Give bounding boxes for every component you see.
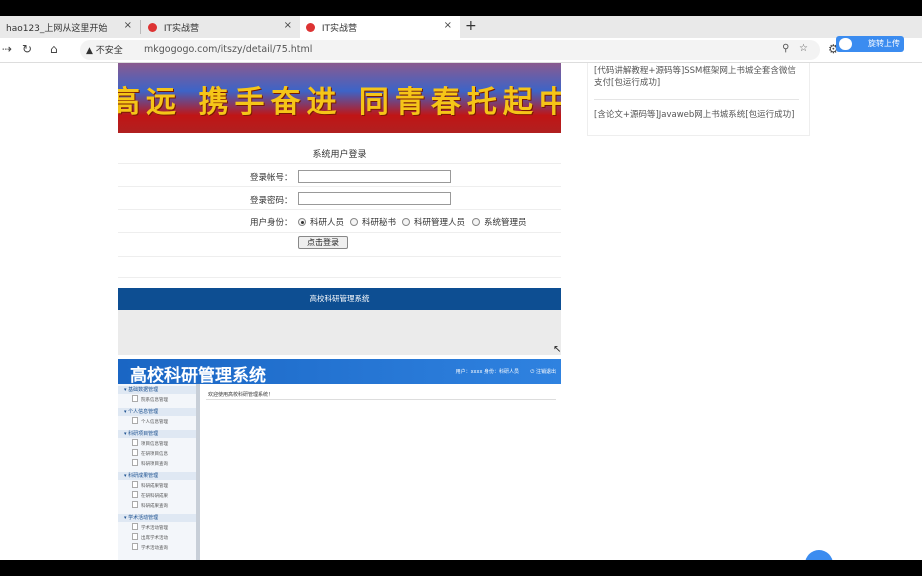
screen-top-letterbox [0, 0, 922, 16]
menu-group[interactable]: ▾ 科研项目管理 [118, 430, 196, 438]
menu-group-label: 学术活动管理 [128, 515, 159, 521]
url-field[interactable]: ▲ 不安全 mkgogogo.com/itszy/detail/75.html … [80, 40, 820, 60]
password-label: 登录密码： [250, 196, 293, 206]
menu-group[interactable]: ▾ 学术活动管理 [118, 514, 196, 522]
account-row: 登录帐号： [118, 163, 561, 186]
power-icon: ⏻ [530, 369, 535, 375]
password-row: 登录密码： [118, 186, 561, 209]
cloud-icon [839, 38, 852, 50]
role-radio-manager[interactable] [402, 218, 410, 226]
role-label: 用户身份： [250, 218, 293, 228]
upload-label: 旋转上传 [868, 39, 900, 48]
spacer-row [118, 256, 561, 277]
tab-itszy-1[interactable]: IT实战营 × [142, 16, 300, 38]
role-radio-researcher[interactable] [298, 218, 306, 226]
menu-group[interactable]: ▾ 科研成果管理 [118, 472, 196, 480]
refresh-icon[interactable]: ↻ [22, 42, 32, 56]
related-articles-panel: [代码讲解教程+源码等]SSM框架网上书城全套含微信支付[包运行成功] [含论文… [587, 63, 810, 136]
divider [594, 99, 799, 100]
menu-item[interactable]: 学术活动查询 [132, 543, 168, 553]
related-article-link[interactable]: [代码讲解教程+源码等]SSM框架网上书城全套含微信支付[包运行成功] [594, 65, 804, 89]
tab-hao123[interactable]: hao123_上网从这里开始 × [0, 16, 140, 38]
zoom-icon[interactable]: ⚲ [782, 43, 789, 54]
menu-group-label: 基础数据管理 [128, 387, 159, 393]
app-title: 高校科研管理系统 [130, 366, 266, 386]
menu-group-label: 科研成果管理 [128, 473, 159, 479]
tab-title: IT实战营 [163, 24, 200, 34]
tab-title: hao123_上网从这里开始 [6, 24, 108, 34]
menu-item[interactable]: 科研成果查询 [132, 501, 168, 511]
login-submit-button[interactable]: 点击登录 [298, 236, 348, 249]
menu-item[interactable]: 学术活动管理 [132, 523, 168, 533]
role-radio-secretary[interactable] [350, 218, 358, 226]
account-input[interactable] [298, 170, 451, 183]
login-footer-area [118, 310, 561, 355]
role-option-label: 科研管理人员 [414, 218, 466, 228]
app-logout-link[interactable]: ⏻ 注销退出 [530, 368, 556, 375]
role-option-label: 科研秘书 [362, 218, 397, 228]
tab-itszy-active[interactable]: IT实战营 × [300, 16, 460, 38]
new-tab-button[interactable]: + [465, 18, 477, 34]
account-label: 登录帐号： [250, 173, 293, 183]
spacer-row [118, 277, 561, 288]
menu-item[interactable]: 在研科研成果 [132, 491, 168, 501]
divider [206, 399, 556, 400]
menu-item[interactable]: 个人信息管理 [132, 417, 168, 427]
menu-item[interactable]: 科研成果管理 [132, 481, 168, 491]
web-page: 高远 携手奋进 同青春托起中 系统用户登录 登录帐号： 登录密码： 用户身份： … [0, 63, 922, 560]
site-favicon-icon [148, 23, 157, 32]
role-option-label: 科研人员 [310, 218, 345, 228]
role-option-label: 系统管理员 [484, 218, 527, 228]
menu-item[interactable]: 院系信息管理 [132, 395, 168, 405]
role-row: 用户身份： 科研人员 科研秘书 科研管理人员 系统管理员 [118, 209, 561, 232]
insecure-indicator[interactable]: ▲ 不安全 [86, 43, 123, 56]
logout-label: 注销退出 [535, 369, 556, 375]
screen-bottom-letterbox [0, 560, 922, 576]
tab-title: IT实战营 [321, 24, 358, 34]
app-preview-screenshot: 高校科研管理系统 用户：xxxx 身份：科研人员 ⏻ 注销退出 ▾ 基础数据管理… [118, 359, 561, 560]
menu-group-label: 个人信息管理 [128, 409, 159, 415]
insecure-label: 不安全 [95, 46, 123, 56]
menu-item[interactable]: 项目信息管理 [132, 439, 168, 449]
favorite-star-icon[interactable]: ☆ [799, 43, 808, 54]
mouse-cursor-icon: ↖ [553, 344, 562, 355]
close-icon[interactable]: × [284, 20, 292, 31]
menu-group[interactable]: ▾ 个人信息管理 [118, 408, 196, 416]
banner-text: 高远 携手奋进 同青春托起中 [118, 85, 561, 120]
tab-divider [140, 20, 141, 34]
url-actions: ⚲ ☆ [782, 43, 808, 54]
password-input[interactable] [298, 192, 451, 205]
forward-icon[interactable]: ⇢ [2, 42, 12, 56]
menu-item[interactable]: 科研项目查询 [132, 459, 168, 469]
close-icon[interactable]: × [444, 20, 452, 31]
browser-tab-strip: hao123_上网从这里开始 × IT实战营 × IT实战营 × + [0, 16, 922, 38]
role-radio-admin[interactable] [472, 218, 480, 226]
app-sidebar: ▾ 基础数据管理 院系信息管理 ▾ 个人信息管理 个人信息管理 ▾ 科研项目管理… [118, 384, 200, 560]
menu-item[interactable]: 出席学术活动 [132, 533, 168, 543]
upload-widget[interactable]: 旋转上传 [836, 36, 904, 52]
warning-icon: ▲ [86, 46, 93, 56]
url-text[interactable]: mkgogogo.com/itszy/detail/75.html [144, 44, 312, 55]
app-welcome-text: 欢迎使用高校科研管理系统！ [208, 392, 274, 398]
login-banner: 高远 携手奋进 同青春托起中 [118, 63, 561, 133]
home-icon[interactable]: ⌂ [50, 42, 58, 56]
address-bar: ⇢ ↻ ⌂ ▲ 不安全 mkgogogo.com/itszy/detail/75… [0, 38, 922, 63]
app-user-info: 用户：xxxx 身份：科研人员 [455, 369, 519, 375]
menu-group[interactable]: ▾ 基础数据管理 [118, 386, 196, 394]
related-article-link[interactable]: [含论文+源码等]Javaweb网上书城系统[包运行成功] [594, 109, 804, 121]
app-header: 高校科研管理系统 用户：xxxx 身份：科研人员 ⏻ 注销退出 [118, 359, 561, 386]
login-title: 系统用户登录 [312, 150, 367, 160]
menu-group-label: 科研项目管理 [128, 431, 159, 437]
close-icon[interactable]: × [124, 20, 132, 31]
menu-item[interactable]: 在研项目信息 [132, 449, 168, 459]
site-favicon-icon [306, 23, 315, 32]
login-footer-bar: 高校科研管理系统 [118, 288, 561, 310]
